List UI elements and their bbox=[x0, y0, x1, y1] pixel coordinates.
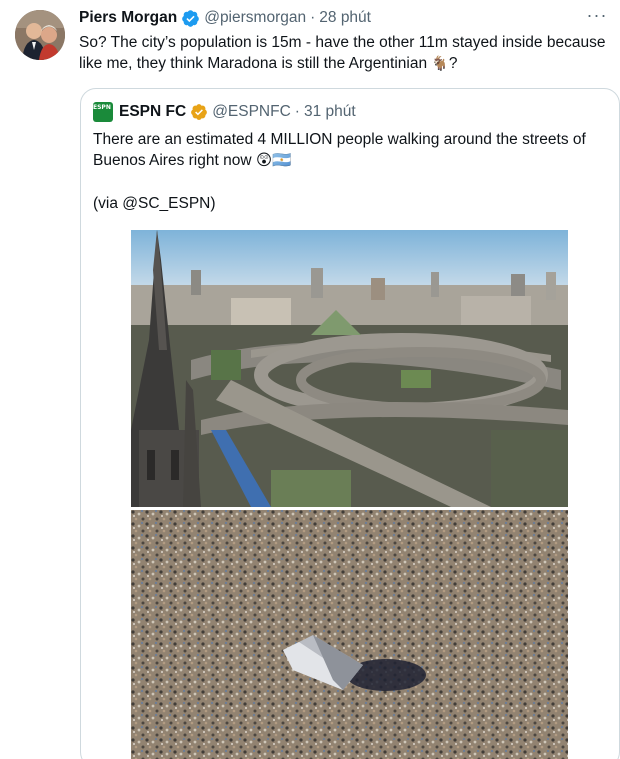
verified-badge-icon bbox=[182, 9, 200, 27]
quoted-author-handle[interactable]: @ESPNFC bbox=[212, 103, 291, 121]
media-grid[interactable] bbox=[131, 230, 568, 759]
timestamp[interactable]: 28 phút bbox=[319, 9, 371, 27]
quoted-timestamp[interactable]: 31 phút bbox=[304, 103, 356, 121]
author-handle[interactable]: @piersmorgan bbox=[204, 9, 306, 27]
quoted-emojis: 😲🇦🇷 bbox=[255, 152, 292, 169]
separator-dot: · bbox=[310, 9, 316, 26]
tweet[interactable]: Piers Morgan @piersmorgan · 28 phút ··· … bbox=[0, 0, 620, 759]
author-name[interactable]: Piers Morgan bbox=[79, 9, 177, 27]
tweet-header: Piers Morgan @piersmorgan · 28 phút bbox=[79, 8, 371, 28]
espn-fc-logo: ESPN FC bbox=[93, 102, 113, 122]
tweet-text-body: So? The city’s population is 15m - have … bbox=[79, 34, 606, 72]
quoted-tweet[interactable]: ESPN FC ESPN FC @ESPNFC · 31 phút There … bbox=[80, 88, 620, 759]
quoted-author-name[interactable]: ESPN FC bbox=[119, 103, 186, 121]
tweet-text-end: ? bbox=[448, 55, 458, 72]
espn-fc-logo-text: ESPN FC bbox=[93, 104, 113, 111]
aerial-photo-highway[interactable] bbox=[131, 230, 568, 507]
quoted-via-text: (via @SC_ESPN) bbox=[93, 195, 216, 212]
more-dots-icon[interactable]: ··· bbox=[584, 6, 610, 28]
quoted-tweet-text: There are an estimated 4 MILLION people … bbox=[93, 129, 613, 171]
avatar[interactable] bbox=[15, 10, 65, 60]
quoted-text-body: There are an estimated 4 MILLION people … bbox=[93, 131, 586, 169]
verified-badge-icon bbox=[191, 104, 208, 120]
quoted-tweet-header: ESPN FC ESPN FC @ESPNFC · 31 phút bbox=[93, 101, 356, 123]
tweet-text: So? The city’s population is 15m - have … bbox=[79, 32, 614, 74]
aerial-photo-crowd[interactable] bbox=[131, 510, 568, 759]
goat-emoji: 🐐 bbox=[431, 55, 449, 71]
separator-dot: · bbox=[294, 103, 300, 120]
